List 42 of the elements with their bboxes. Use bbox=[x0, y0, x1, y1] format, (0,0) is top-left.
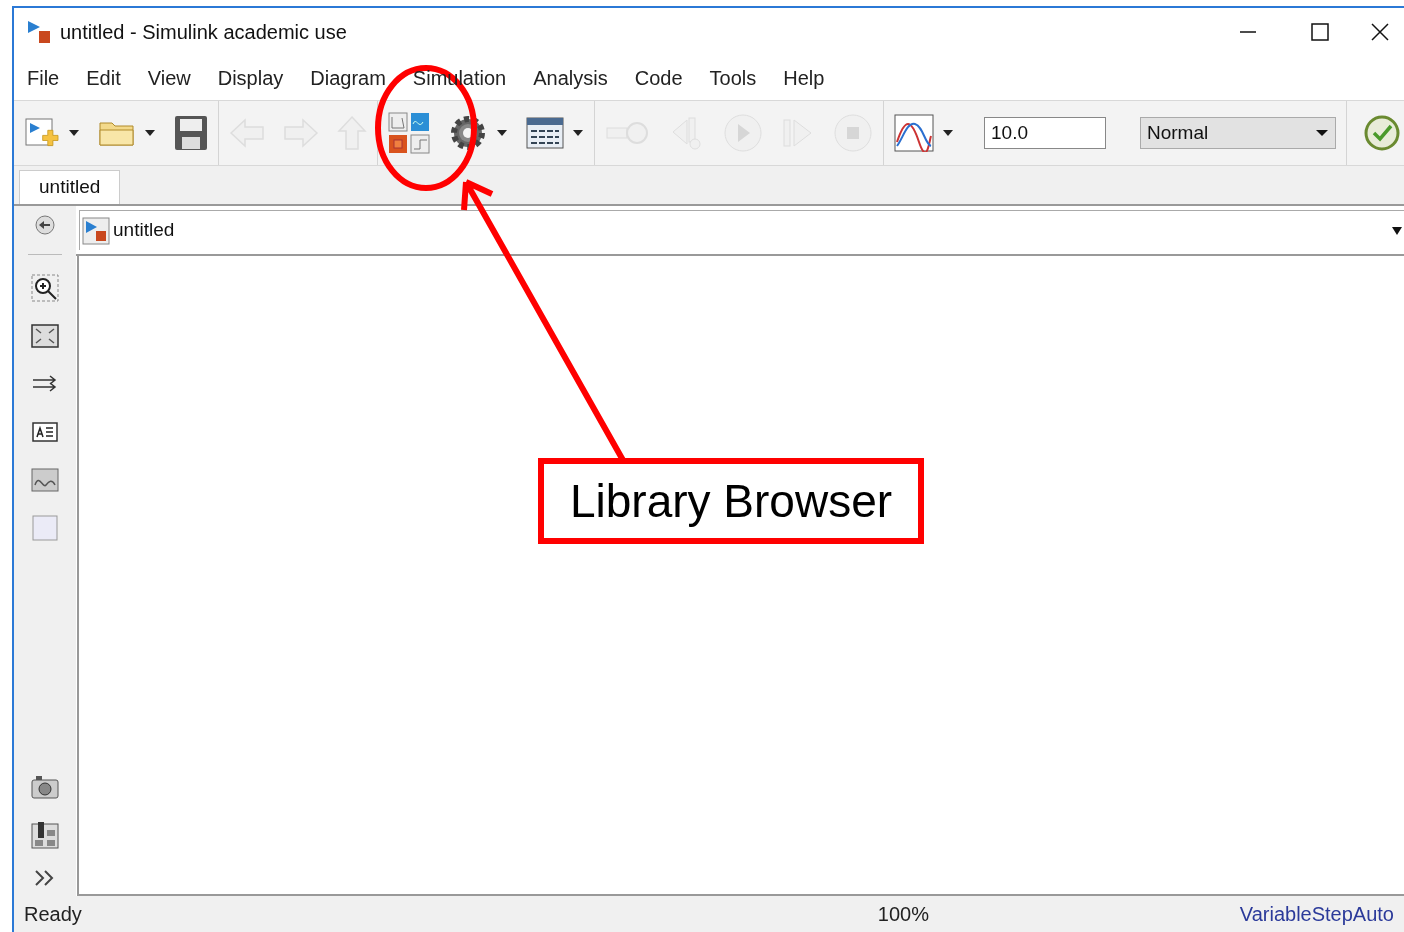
dropdown-caret-icon[interactable] bbox=[942, 129, 954, 137]
dropdown-caret-icon[interactable] bbox=[572, 129, 584, 137]
model-icon bbox=[26, 19, 52, 45]
dropdown-caret-icon[interactable] bbox=[496, 129, 508, 137]
dropdown-caret-icon[interactable] bbox=[144, 129, 156, 137]
expand-chevrons-icon[interactable] bbox=[34, 868, 56, 888]
menu-item[interactable]: Edit bbox=[86, 63, 121, 93]
solver-name: VariableStepAuto bbox=[1239, 902, 1394, 927]
sine-wave-icon[interactable] bbox=[894, 114, 934, 152]
model-tab[interactable]: untitled bbox=[19, 170, 121, 204]
menu-item[interactable]: File bbox=[27, 63, 60, 93]
fit-view-icon[interactable] bbox=[30, 321, 60, 351]
menu-item[interactable]: Help bbox=[783, 63, 825, 93]
simulation-mode-dropdown[interactable]: Normal bbox=[1140, 117, 1336, 149]
zoom-level: 100% bbox=[877, 902, 929, 927]
menu-item[interactable]: Tools bbox=[709, 63, 757, 93]
menu-item[interactable]: View bbox=[147, 63, 191, 93]
status-text: Ready bbox=[24, 902, 82, 927]
save-icon[interactable] bbox=[174, 115, 208, 151]
gear-icon[interactable] bbox=[448, 113, 488, 153]
check-mark-icon[interactable] bbox=[1363, 114, 1401, 152]
close-icon[interactable] bbox=[1370, 22, 1390, 42]
breadcrumb-bar[interactable]: untitled bbox=[79, 210, 1404, 250]
menu-item[interactable]: Code bbox=[634, 63, 683, 93]
maximize-icon[interactable] bbox=[1310, 22, 1330, 42]
back-icon[interactable] bbox=[34, 214, 56, 236]
menu-item[interactable]: Display bbox=[217, 63, 284, 93]
table-icon[interactable] bbox=[526, 117, 564, 149]
menu-item[interactable]: Diagram bbox=[310, 63, 386, 93]
callout-label: Library Browser bbox=[538, 458, 924, 544]
stop-time-field[interactable]: 10.0 bbox=[984, 117, 1106, 149]
breadcrumb-text[interactable]: untitled bbox=[113, 216, 175, 245]
window-title: untitled - Simulink academic use bbox=[60, 20, 347, 45]
zoom-in-icon[interactable] bbox=[30, 273, 60, 303]
dropdown-caret-icon[interactable] bbox=[68, 129, 80, 137]
caret-icon bbox=[1315, 129, 1329, 137]
model-icon bbox=[82, 216, 110, 245]
menu-item[interactable]: Analysis bbox=[533, 63, 608, 93]
dropdown-caret-icon[interactable] bbox=[1392, 226, 1402, 235]
image-icon[interactable] bbox=[30, 465, 60, 495]
model-browser-icon[interactable] bbox=[30, 820, 60, 850]
library-grid-icon[interactable] bbox=[388, 112, 430, 154]
